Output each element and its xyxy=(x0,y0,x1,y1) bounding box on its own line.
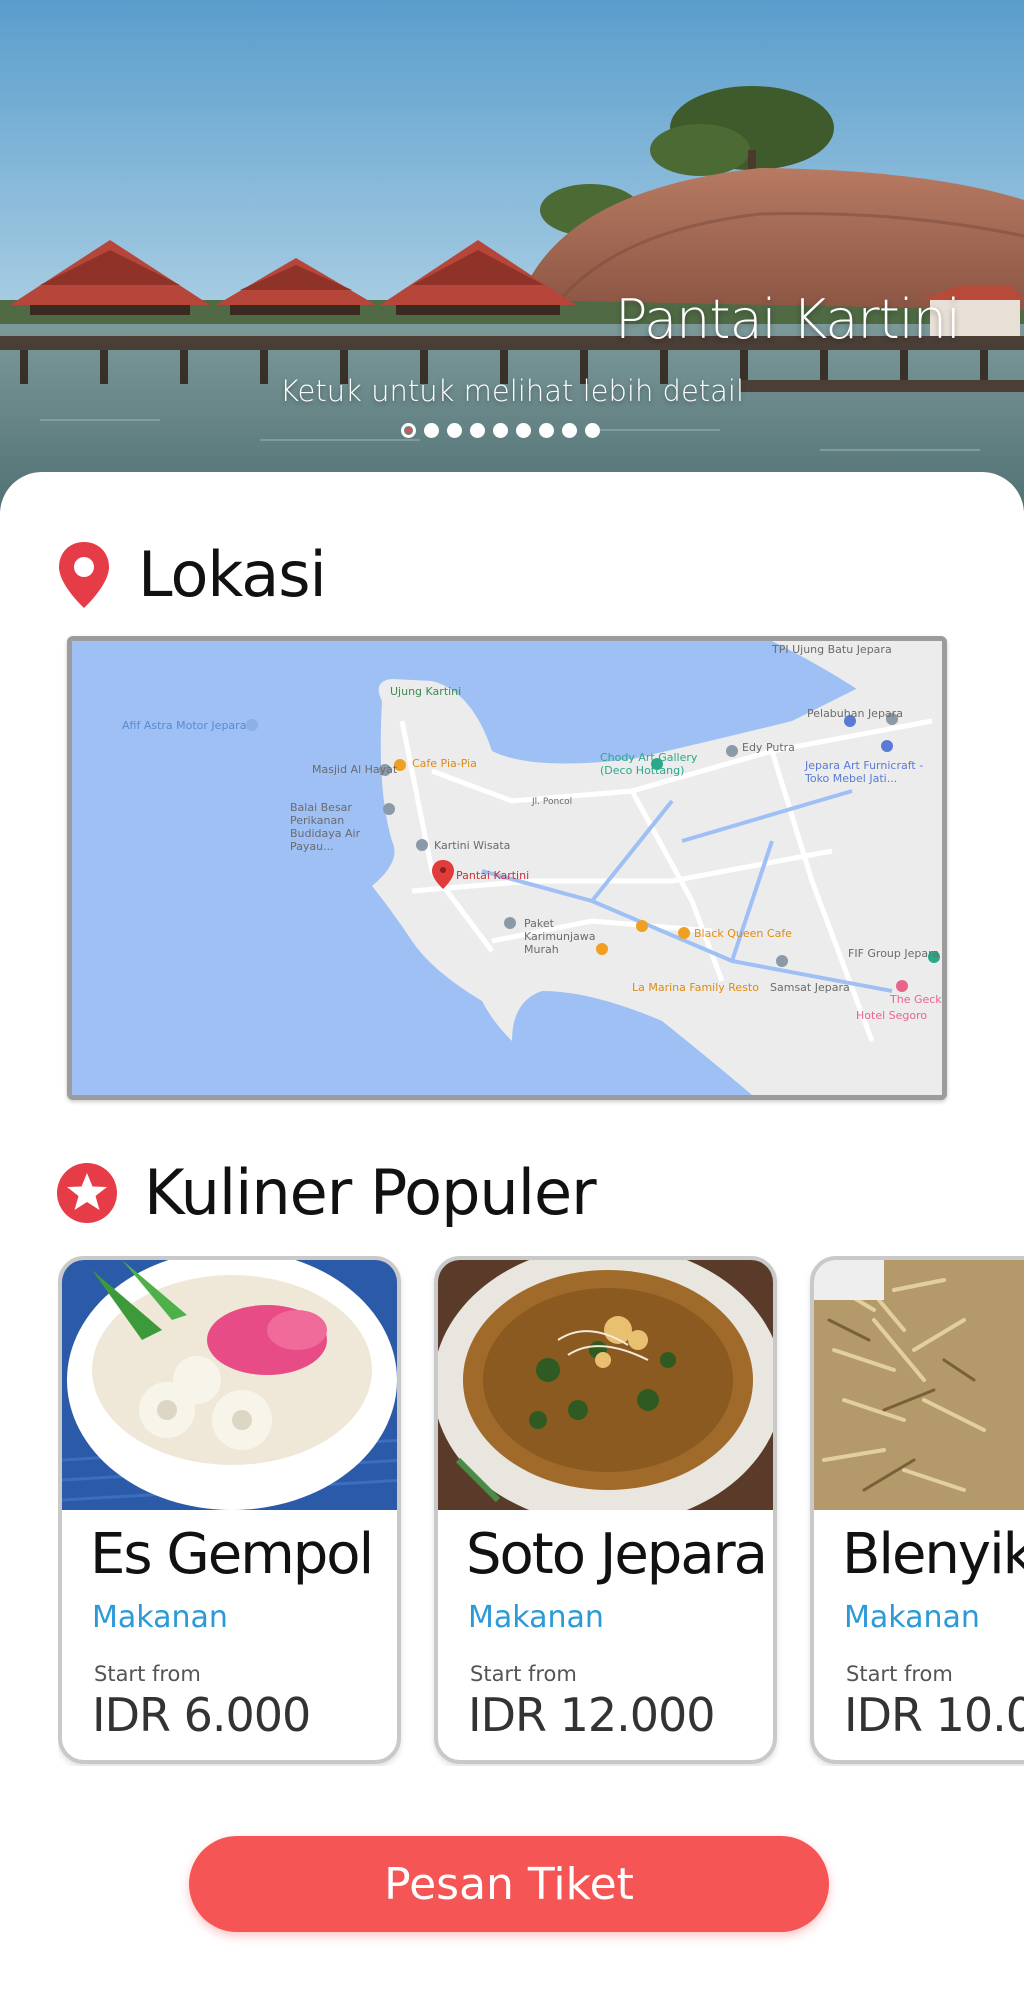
price-label: Start from xyxy=(94,1662,201,1686)
carousel-dot[interactable] xyxy=(470,423,485,438)
price-label: Start from xyxy=(470,1662,577,1686)
map-label-kartini-wisata: Kartini Wisata xyxy=(434,839,511,852)
map-label-fif: FIF Group Jepara xyxy=(848,947,940,960)
content-sheet: Lokasi Ujung Kartini TPI Ujung Batu Jepa… xyxy=(0,472,1024,2013)
map-label-edy: Edy Putra xyxy=(742,741,795,754)
map-label-black-queen: Black Queen Cafe xyxy=(694,927,792,940)
location-heading: Lokasi xyxy=(138,538,327,611)
carousel-dot[interactable] xyxy=(562,423,577,438)
map-pin-icon xyxy=(59,541,109,608)
map-label-cafe-pia: Cafe Pia-Pia xyxy=(412,757,477,770)
culinary-category: Makanan xyxy=(92,1600,228,1635)
culinary-header: Kuliner Populer xyxy=(56,1156,597,1229)
map-label-ujung-kartini: Ujung Kartini xyxy=(390,685,462,698)
culinary-category: Makanan xyxy=(844,1600,980,1635)
map-label-jl-poncol: Jl. Poncol xyxy=(532,797,573,807)
culinary-price: IDR 10.000 xyxy=(844,1688,1024,1742)
culinary-name: Es Gempol xyxy=(90,1522,374,1587)
hero-title: Pantai Kartini xyxy=(614,288,961,351)
culinary-name: Soto Jepara xyxy=(466,1522,768,1587)
map-label-pantai-kartini: Pantai Kartini xyxy=(456,869,530,882)
map-label-chody: Chody Art Gallery (Deco Hottang) xyxy=(600,751,698,777)
map-label-balai: Balai Besar Perikanan Budidaya Air Payau… xyxy=(290,801,361,853)
carousel-dot[interactable] xyxy=(585,423,600,438)
culinary-name: Blenyik xyxy=(842,1522,1024,1587)
map-label-pelabuhan: Pelabuhan Jepara xyxy=(807,707,903,720)
map-label-masjid: Masjid Al Hayat xyxy=(312,763,398,776)
map-label-afif: Afif Astra Motor Jepara xyxy=(122,719,247,732)
star-icon xyxy=(57,1162,117,1223)
map-label-furnicraft: Jepara Art Furnicraft - Toko Mebel Jati.… xyxy=(805,759,924,785)
map-label-segoro: Hotel Segoro xyxy=(856,1009,928,1022)
map-label-paket: Paket Karimunjawa Murah xyxy=(524,917,596,956)
carousel-dot[interactable] xyxy=(539,423,554,438)
map-label-tpi: TPI Ujung Batu Jepara xyxy=(772,643,892,656)
blenyik-image xyxy=(814,1260,1024,1510)
culinary-card[interactable]: Soto Jepara Makanan Start from IDR 12.00… xyxy=(434,1256,777,1764)
map-label-gecko: The Gecko xyxy=(890,993,947,1006)
map-label-la-marina: La Marina Family Resto xyxy=(632,981,759,994)
culinary-carousel[interactable]: Es Gempol Makanan Start from IDR 6.000 S… xyxy=(58,1256,1024,1766)
hero-photo xyxy=(0,0,1024,520)
location-map[interactable]: Ujung Kartini TPI Ujung Batu Jepara Pela… xyxy=(67,636,947,1100)
map-label-samsat: Samsat Jepara xyxy=(770,981,850,994)
location-header: Lokasi xyxy=(56,538,327,611)
price-label: Start from xyxy=(846,1662,953,1686)
culinary-category: Makanan xyxy=(468,1600,604,1635)
es-gempol-image xyxy=(62,1260,397,1510)
book-ticket-button[interactable]: Pesan Tiket xyxy=(189,1836,829,1932)
carousel-dot[interactable] xyxy=(447,423,462,438)
carousel-dot[interactable] xyxy=(401,423,416,438)
hero-banner[interactable]: Pantai Kartini Ketuk untuk melihat lebih… xyxy=(0,0,1024,520)
hero-subtitle: Ketuk untuk melihat lebih detail xyxy=(279,374,745,408)
culinary-card[interactable]: Es Gempol Makanan Start from IDR 6.000 xyxy=(58,1256,401,1764)
soto-jepara-image xyxy=(438,1260,773,1510)
culinary-heading: Kuliner Populer xyxy=(144,1156,597,1229)
culinary-card[interactable]: Blenyik Makanan Start from IDR 10.000 xyxy=(810,1256,1024,1764)
culinary-price: IDR 6.000 xyxy=(92,1688,311,1742)
carousel-dot[interactable] xyxy=(516,423,531,438)
carousel-dot[interactable] xyxy=(424,423,439,438)
culinary-price: IDR 12.000 xyxy=(468,1688,716,1742)
carousel-dot[interactable] xyxy=(493,423,508,438)
carousel-indicators[interactable] xyxy=(401,423,600,438)
